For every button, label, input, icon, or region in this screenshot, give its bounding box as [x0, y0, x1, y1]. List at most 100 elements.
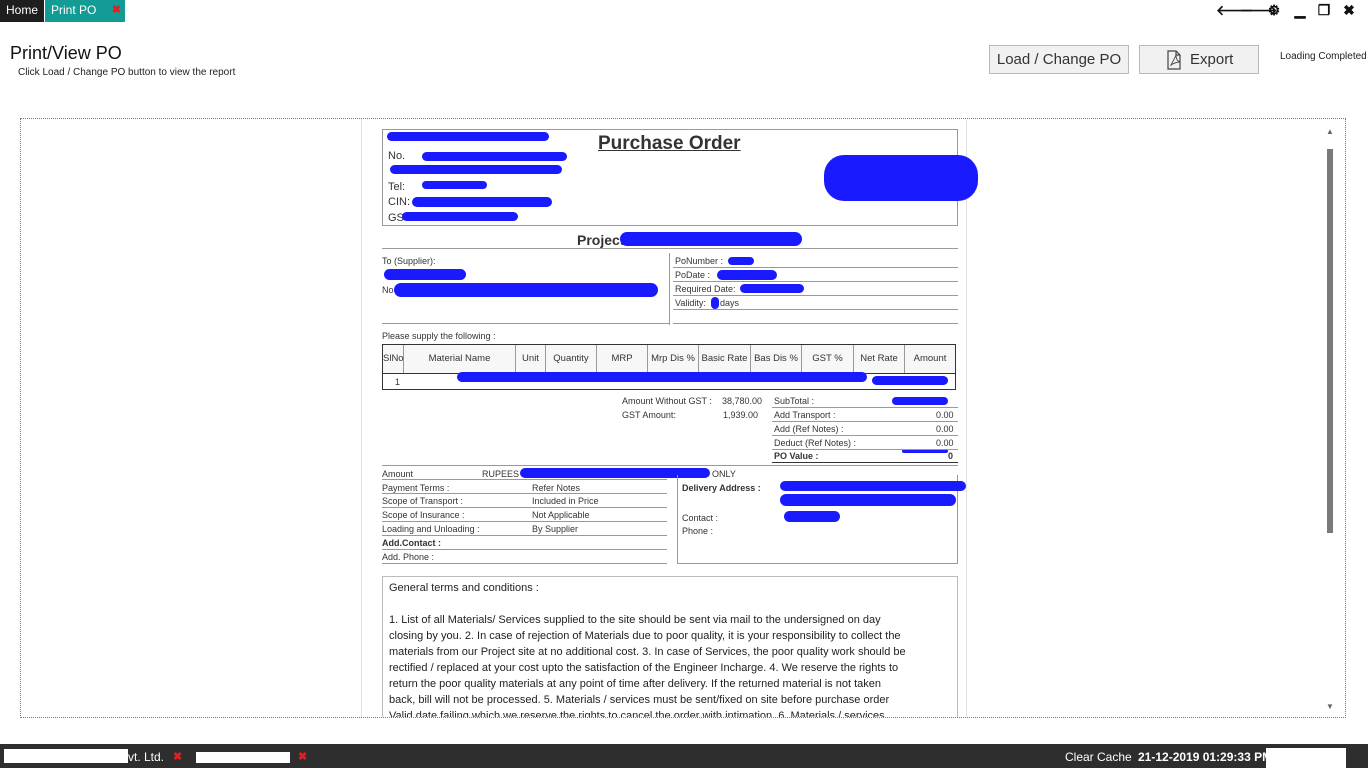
divider [673, 267, 958, 268]
redaction-mark [422, 152, 567, 161]
gst-amount-value: 1,939.00 [723, 410, 759, 420]
bottom-bar: vt. Ltd. ✖ ✖ Clear Cache 21-12-2019 01:2… [0, 744, 1368, 768]
col-header-bas-dis: Bas Dis % [751, 345, 802, 373]
loading-unloading-value: By Supplier [532, 524, 579, 534]
scope-insurance-value: Not Applicable [532, 510, 590, 520]
supply-label: Please supply the following : [382, 331, 496, 341]
redaction-mark [872, 376, 948, 385]
col-header-amount: Amount [905, 345, 955, 373]
close-window-icon[interactable]: ✖ [1340, 2, 1358, 18]
add-transport-label: Add Transport : [774, 410, 836, 420]
redaction-mark [824, 155, 978, 201]
redaction-mark [520, 468, 710, 478]
loading-unloading-label: Loading and Unloading : [382, 524, 480, 534]
divider [382, 465, 958, 466]
supplier-address: No [382, 285, 394, 295]
forward-arrow-icon[interactable]: 🡒 [1240, 2, 1278, 18]
add-ref-notes-label: Add (Ref Notes) : [774, 424, 844, 434]
phone-label: Phone : [682, 526, 714, 536]
subtotal-label: SubTotal : [774, 396, 815, 406]
datetime-display: 21-12-2019 01:29:33 PM [1138, 750, 1273, 764]
redaction-mark [390, 165, 562, 174]
report-viewer[interactable]: Purchase Order No. Tel: CIN: GST Project… [20, 118, 1346, 718]
table-row-slno: 1 [395, 377, 401, 387]
minimize-icon[interactable]: ▁ [1291, 2, 1309, 18]
col-header-net-rate: Net Rate [854, 345, 905, 373]
general-terms-line: closing by you. 2. In case of rejection … [389, 630, 901, 642]
amount-without-gst-value: 38,780.00 [722, 396, 763, 406]
close-tab-icon[interactable]: ✖ [173, 750, 182, 763]
redaction-mark [1266, 748, 1346, 768]
scope-transport-value: Included in Price [532, 496, 599, 506]
restore-icon[interactable]: ❐ [1315, 2, 1333, 18]
divider [673, 295, 958, 296]
scroll-up-icon[interactable]: ▲ [1325, 127, 1335, 136]
add-phone-label: Add. Phone : [382, 552, 435, 562]
divider [772, 407, 958, 408]
page-title: Print/View PO [10, 43, 122, 63]
pdf-icon [1167, 50, 1181, 70]
scroll-down-icon[interactable]: ▼ [1325, 702, 1335, 711]
deduct-ref-notes-label: Deduct (Ref Notes) : [774, 438, 857, 448]
divider [677, 475, 678, 564]
materials-table: SlNo Material Name Unit Quantity MRP Mrp… [382, 344, 956, 390]
divider [382, 323, 669, 324]
col-header-unit: Unit [516, 345, 546, 373]
po-value-amount: 0 [948, 451, 954, 461]
redaction-mark [4, 749, 128, 763]
redaction-mark [784, 511, 840, 522]
general-terms-line: back, bill will not be processed. 5. Mat… [389, 694, 890, 706]
divider [669, 253, 670, 325]
divider [772, 435, 958, 436]
supplier-label: To (Supplier): [382, 256, 436, 266]
redaction-mark [892, 397, 948, 405]
settings-icon[interactable]: ⚙ [1265, 2, 1283, 18]
validity-unit: days [720, 298, 740, 308]
redaction-mark [740, 284, 804, 293]
scrollbar-thumb[interactable] [1327, 149, 1333, 533]
load-change-po-button[interactable]: Load / Change PO [989, 45, 1129, 74]
redaction-mark [394, 283, 658, 297]
amount-words-label: Amount [382, 469, 414, 479]
report-title: Purchase Order [598, 133, 741, 154]
redaction-mark [384, 269, 466, 280]
company-cin: CIN: [388, 196, 410, 208]
redaction-mark [457, 372, 867, 382]
validity-label: Validity: [675, 298, 706, 308]
company-address-line: No. [388, 150, 406, 162]
export-button[interactable]: Export [1139, 45, 1259, 74]
page-subtitle: Click Load / Change PO button to view th… [18, 67, 236, 78]
amount-words-prefix: RUPEES [482, 469, 520, 479]
tab-print-po-label: Print PO [51, 3, 97, 17]
payment-terms-label: Payment Terms : [382, 483, 450, 493]
add-contact-label: Add.Contact : [382, 538, 441, 548]
divider [673, 323, 958, 324]
general-terms-line: rectified / replaced at your cost upto t… [389, 662, 899, 674]
status-text: Loading Completed [1280, 51, 1367, 62]
tab-home[interactable]: Home [0, 0, 44, 22]
redaction-mark [711, 297, 719, 309]
add-transport-value: 0.00 [936, 410, 954, 420]
divider [382, 521, 667, 522]
divider [772, 421, 958, 422]
tab-print-po[interactable]: Print PO ✖ [45, 0, 125, 22]
col-header-basic-rate: Basic Rate [699, 345, 751, 373]
clear-cache-button[interactable]: Clear Cache [1065, 750, 1132, 764]
divider [772, 462, 958, 463]
po-number-label: PoNumber : [675, 256, 724, 266]
general-terms-title: General terms and conditions : [389, 582, 539, 594]
vertical-scrollbar[interactable]: ▲ ▼ [1325, 127, 1335, 711]
general-terms-line: Valid date failing which we reserve the … [389, 710, 885, 718]
bottom-tab-label[interactable]: vt. Ltd. [128, 750, 164, 764]
divider [382, 563, 667, 564]
redaction-mark [196, 752, 290, 763]
export-label: Export [1190, 51, 1234, 68]
divider [382, 493, 667, 494]
col-header-gst: GST % [802, 345, 854, 373]
divider [382, 507, 667, 508]
col-header-mrp: MRP [597, 345, 648, 373]
close-tab-icon[interactable]: ✖ [112, 0, 121, 21]
back-arrow-icon[interactable]: 🡐 [1216, 2, 1254, 18]
close-tab-icon[interactable]: ✖ [298, 750, 307, 763]
